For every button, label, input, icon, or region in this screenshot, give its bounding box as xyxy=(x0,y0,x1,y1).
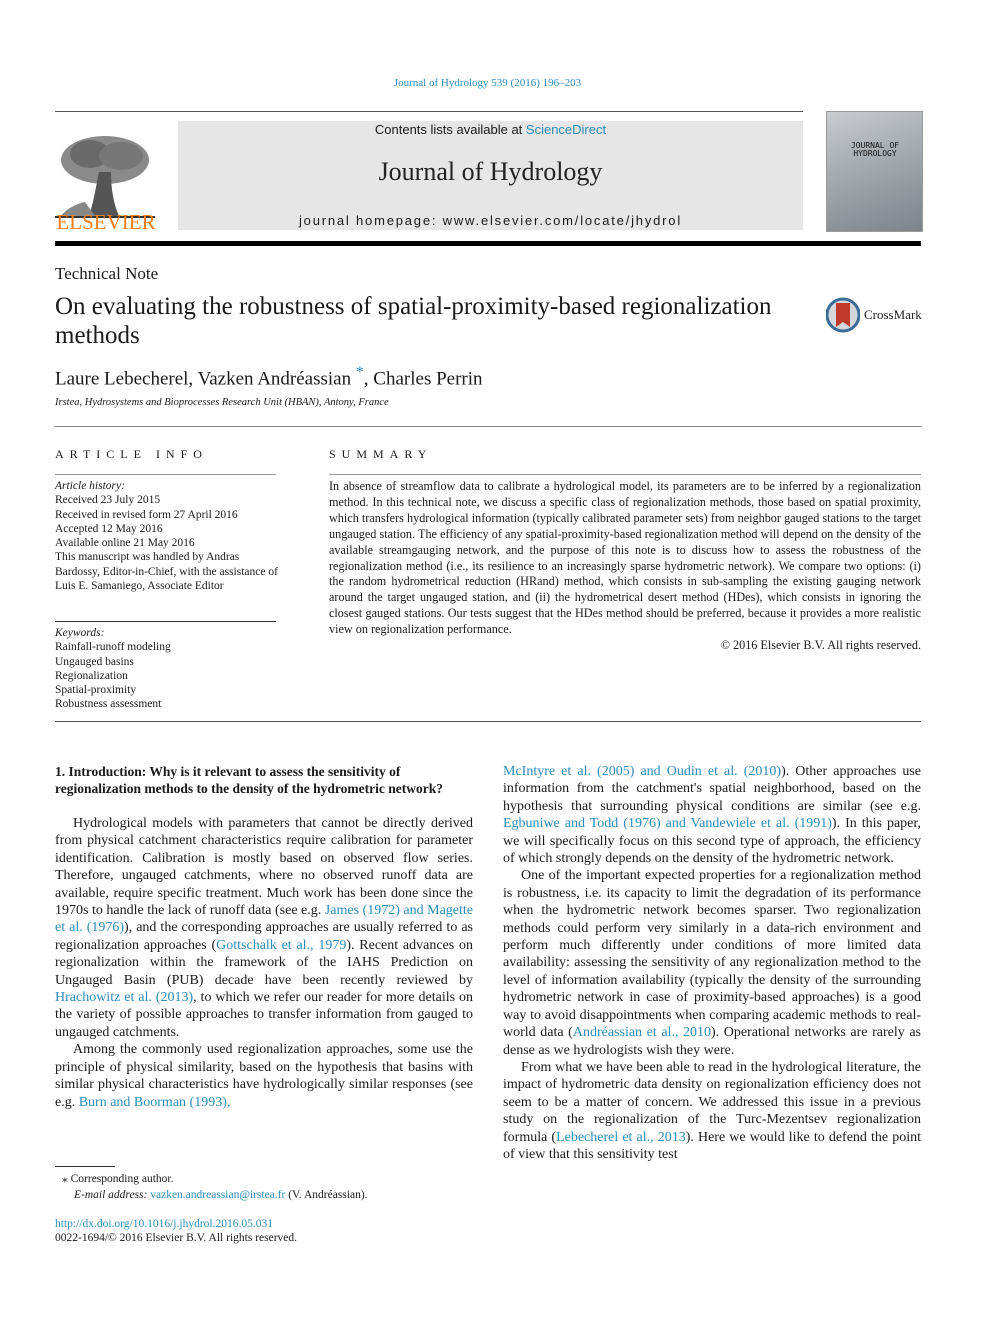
history-item: This manuscript was handled by Andras Ba… xyxy=(55,551,278,593)
divider xyxy=(55,621,276,622)
affiliation: Irstea, Hydrosystems and Bioprocesses Re… xyxy=(55,397,389,408)
article-info-heading: ARTICLE INFO xyxy=(55,447,208,461)
reference-link[interactable]: Egbuniwe and Todd (1976) and Vandewiele … xyxy=(503,816,832,831)
divider xyxy=(55,474,276,475)
reference-link[interactable]: Gottschalk et al., 1979 xyxy=(216,938,346,953)
email-line: E-mail address: vazken.andreassian@irste… xyxy=(62,1187,368,1203)
reference-link[interactable]: Burn and Boorman (1993), xyxy=(79,1095,231,1110)
paragraph-text: One of the important expected properties… xyxy=(503,868,921,1041)
section-heading: 1. Introduction: Why is it relevant to a… xyxy=(55,764,443,796)
keywords: Keywords: Rainfall-runoff modeling Ungau… xyxy=(55,626,285,712)
email-link[interactable]: vazken.andreassian@irstea.fr xyxy=(150,1189,285,1201)
summary-copyright: © 2016 Elsevier B.V. All rights reserved… xyxy=(720,638,921,653)
keyword: Spatial-proximity xyxy=(55,684,137,697)
doi-link[interactable]: http://dx.doi.org/10.1016/j.jhydrol.2016… xyxy=(55,1217,297,1231)
author-list: Laure Lebecherel, Vazken Andréassian *, … xyxy=(55,364,483,390)
journal-homepage-link[interactable]: journal homepage: www.elsevier.com/locat… xyxy=(178,213,803,228)
email-suffix: (V. Andréassian). xyxy=(285,1189,368,1201)
summary-text: In absence of streamflow data to calibra… xyxy=(329,479,921,637)
keyword: Ungauged basins xyxy=(55,655,134,668)
authors-part-1: Laure Lebecherel, Vazken Andréassian xyxy=(55,368,352,390)
history-label: Article history: xyxy=(55,480,125,492)
history-item: Available online 21 May 2016 xyxy=(55,537,195,550)
crossmark-button[interactable]: CrossMark xyxy=(826,297,936,333)
paragraph: Among the commonly used regionalization … xyxy=(55,1041,473,1111)
contents-prefix: Contents lists available at xyxy=(374,122,526,137)
journal-cover-image[interactable]: JOURNAL OF HYDROLOGY xyxy=(826,111,923,232)
article-type: Technical Note xyxy=(55,264,159,283)
crossmark-icon xyxy=(826,297,860,333)
paragraph: Hydrological models with parameters that… xyxy=(55,815,473,1041)
keyword: Regionalization xyxy=(55,669,128,682)
header-rule xyxy=(55,111,803,112)
keyword: Robustness assessment xyxy=(55,698,162,711)
history-item: Accepted 12 May 2016 xyxy=(55,522,163,535)
divider xyxy=(329,474,921,475)
sciencedirect-link[interactable]: ScienceDirect xyxy=(526,122,606,137)
divider xyxy=(55,426,921,427)
paragraph: McIntyre et al. (2005) and Oudin et al. … xyxy=(503,763,921,867)
journal-banner: Contents lists available at ScienceDirec… xyxy=(178,121,803,230)
keywords-label: Keywords: xyxy=(55,627,105,639)
cover-title-line-2: HYDROLOGY xyxy=(853,149,897,158)
corresponding-author-note: ⁎ Corresponding author. xyxy=(62,1173,174,1185)
header-thick-rule xyxy=(55,241,921,246)
authors-part-2: , Charles Perrin xyxy=(363,368,483,390)
history-item: Received 23 July 2015 xyxy=(55,494,161,507)
paragraph: From what we have been able to read in t… xyxy=(503,1059,921,1163)
footnote-rule xyxy=(55,1166,115,1167)
article-title: On evaluating the robustness of spatial-… xyxy=(55,293,772,349)
keyword: Rainfall-runoff modeling xyxy=(55,641,171,654)
journal-citation-link[interactable]: Journal of Hydrology 539 (2016) 196–203 xyxy=(0,77,975,89)
paragraph: One of the important expected properties… xyxy=(503,867,921,1058)
divider xyxy=(55,721,921,722)
footnote: ⁎ Corresponding author. E-mail address: … xyxy=(62,1171,368,1203)
elsevier-wordmark[interactable]: ELSEVIER xyxy=(56,210,156,235)
crossmark-label: CrossMark xyxy=(864,307,922,322)
reference-link[interactable]: Hrachowitz et al. (2013) xyxy=(55,990,193,1005)
reference-link[interactable]: Andréassian et al., 2010 xyxy=(573,1025,711,1040)
issn-copyright: 0022-1694/© 2016 Elsevier B.V. All right… xyxy=(55,1232,298,1244)
doi-block: http://dx.doi.org/10.1016/j.jhydrol.2016… xyxy=(55,1217,297,1245)
reference-link[interactable]: Lebecherel et al., 2013 xyxy=(556,1130,686,1145)
history-item: Received in revised form 27 April 2016 xyxy=(55,508,238,521)
cover-title: JOURNAL OF HYDROLOGY xyxy=(831,142,919,158)
email-label: E-mail address: xyxy=(74,1189,151,1201)
corresponding-author-link[interactable]: * xyxy=(356,364,364,381)
journal-title: Journal of Hydrology xyxy=(378,157,603,186)
article-history: Article history: Received 23 July 2015 R… xyxy=(55,479,285,593)
contents-available: Contents lists available at ScienceDirec… xyxy=(178,122,803,137)
summary-heading: SUMMARY xyxy=(329,447,433,461)
body-column-right: McIntyre et al. (2005) and Oudin et al. … xyxy=(503,763,921,1163)
body-column-left: 1. Introduction: Why is it relevant to a… xyxy=(55,763,473,1111)
summary-abstract: In absence of streamflow data to calibra… xyxy=(329,479,921,654)
reference-link[interactable]: McIntyre et al. (2005) and Oudin et al. … xyxy=(503,764,781,779)
